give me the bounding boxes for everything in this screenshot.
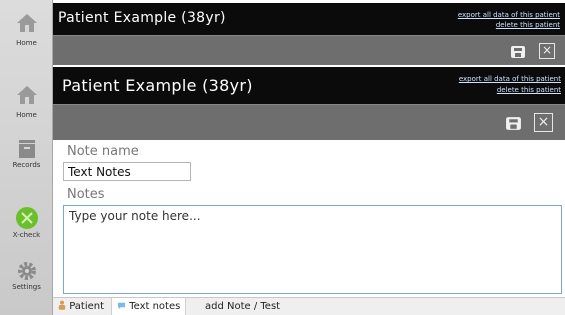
tab-text-notes[interactable]: Text notes	[111, 298, 187, 315]
sidebar: Home Home Records X-check Settings	[0, 0, 53, 315]
note-name-input[interactable]: Text Notes	[63, 162, 191, 181]
bottom-tab-bar: Patient Text notes add Note / Test	[53, 297, 565, 315]
sidebar-item-label: Home	[16, 39, 37, 47]
notes-icon	[117, 302, 126, 310]
tab-add-note-test[interactable]: add Note / Test	[205, 298, 280, 315]
patient-title: Patient Example (38yr)	[62, 76, 253, 95]
home-icon	[16, 14, 37, 32]
note-name-label: Note name	[67, 144, 139, 159]
sidebar-item-label: Home	[16, 111, 37, 119]
sidebar-item-label: X-check	[12, 231, 41, 239]
sidebar-item-label: Records	[12, 161, 41, 169]
sidebar-item-label: Settings	[12, 283, 41, 291]
tab-patient[interactable]: Patient	[58, 298, 104, 315]
save-icon[interactable]	[510, 44, 526, 60]
gear-icon	[17, 262, 36, 280]
tab-label: add Note / Test	[205, 301, 281, 312]
patient-header-top: Patient Example (38yr) export all data o…	[53, 3, 565, 35]
close-icon[interactable]: ×	[534, 113, 553, 132]
export-patient-link[interactable]: export all data of this patient	[458, 11, 560, 19]
records-icon	[18, 140, 35, 158]
home-icon	[16, 86, 37, 104]
tab-label: Text notes	[129, 301, 181, 312]
sidebar-item-records[interactable]: Records	[0, 138, 53, 169]
x-check-icon	[15, 207, 38, 229]
save-icon[interactable]	[505, 115, 522, 132]
patient-icon	[58, 300, 66, 310]
sidebar-item-settings[interactable]: Settings	[0, 260, 53, 291]
patient-title: Patient Example (38yr)	[58, 10, 226, 26]
export-patient-link[interactable]: export all data of this patient	[459, 75, 561, 83]
delete-patient-link[interactable]: delete this patient	[496, 21, 560, 29]
sidebar-item-x-check[interactable]: X-check	[0, 206, 53, 239]
sidebar-item-home[interactable]: Home	[0, 12, 53, 47]
close-icon[interactable]: ×	[539, 43, 555, 59]
notes-textarea[interactable]: Type your note here...	[63, 205, 562, 294]
toolbar: ×	[53, 104, 565, 140]
sidebar-item-home[interactable]: Home	[0, 84, 53, 119]
notes-label: Notes	[67, 187, 105, 202]
delete-patient-link[interactable]: delete this patient	[497, 86, 561, 94]
toolbar-top: ×	[53, 35, 565, 65]
patient-header: Patient Example (38yr) export all data o…	[53, 67, 565, 104]
tab-label: Patient	[69, 301, 105, 312]
